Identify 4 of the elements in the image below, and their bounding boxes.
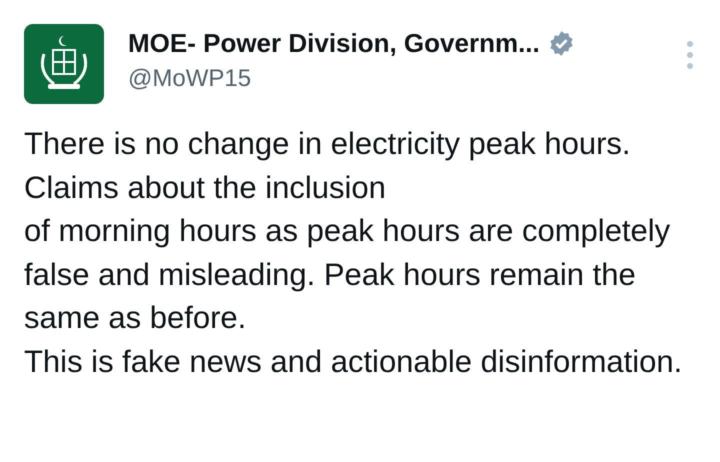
post-text: There is no change in electricity peak hours. Claims about the inclusion of morning hours as peak hours are completely false and misleading. Peak hours remain the same as before. This is fake news and actionable disinformation. [24, 125, 684, 380]
emblem-avatar[interactable] [24, 24, 104, 104]
author-name[interactable]: MOE- Power Division, Governm... [128, 28, 540, 59]
author-handle[interactable]: @MoWP15 [128, 65, 658, 93]
